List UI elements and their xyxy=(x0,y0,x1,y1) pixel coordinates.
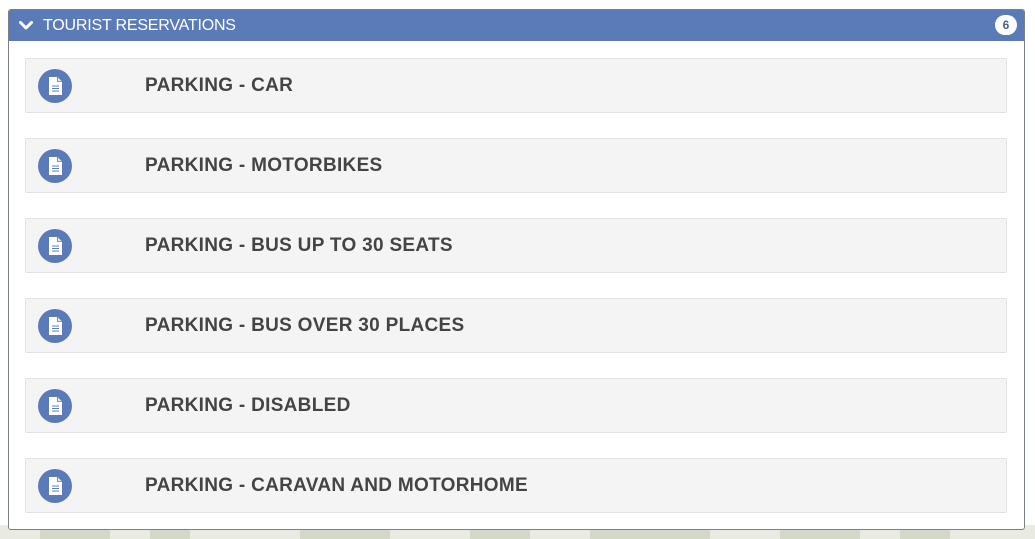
list-item-parking-caravan-motorhome[interactable]: PARKING - CARAVAN AND MOTORHOME xyxy=(25,458,1007,513)
list-item-label: PARKING - BUS OVER 30 PLACES xyxy=(145,314,465,336)
document-icon xyxy=(38,69,72,103)
list-item-label: PARKING - DISABLED xyxy=(145,394,351,416)
reservation-list: PARKING - CAR PARKING - MOTORBIKES PARKI… xyxy=(9,41,1024,513)
list-item-label: PARKING - CAR xyxy=(145,74,294,96)
document-icon xyxy=(38,389,72,423)
chevron-down-icon[interactable] xyxy=(15,15,37,37)
list-item-parking-bus-up-to-30[interactable]: PARKING - BUS UP TO 30 SEATS xyxy=(25,218,1007,273)
count-badge: 6 xyxy=(995,15,1017,35)
document-icon xyxy=(38,149,72,183)
list-item-parking-car[interactable]: PARKING - CAR xyxy=(25,58,1007,113)
list-item-label: PARKING - CARAVAN AND MOTORHOME xyxy=(145,474,528,496)
list-item-parking-disabled[interactable]: PARKING - DISABLED xyxy=(25,378,1007,433)
panel-header-toggle[interactable]: TOURIST RESERVATIONS 6 xyxy=(9,10,1024,41)
list-item-parking-bus-over-30[interactable]: PARKING - BUS OVER 30 PLACES xyxy=(25,298,1007,353)
document-icon xyxy=(38,229,72,263)
document-icon xyxy=(38,469,72,503)
panel-title: TOURIST RESERVATIONS xyxy=(43,16,236,34)
list-item-label: PARKING - MOTORBIKES xyxy=(145,154,383,176)
list-item-parking-motorbikes[interactable]: PARKING - MOTORBIKES xyxy=(25,138,1007,193)
tourist-reservations-panel: TOURIST RESERVATIONS 6 PARKING - CAR PAR… xyxy=(8,9,1025,530)
list-item-label: PARKING - BUS UP TO 30 SEATS xyxy=(145,234,453,256)
document-icon xyxy=(38,309,72,343)
